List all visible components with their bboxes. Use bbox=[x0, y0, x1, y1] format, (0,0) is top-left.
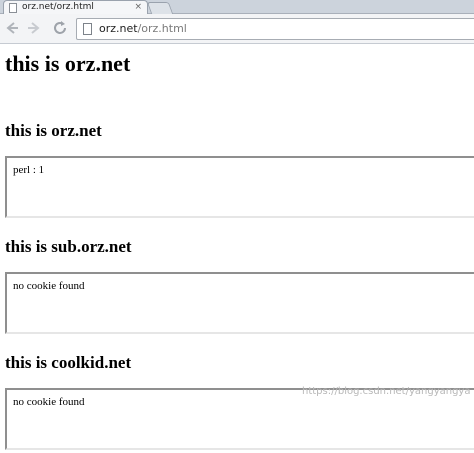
tab-strip: orz.net/orz.html × bbox=[0, 0, 474, 14]
section-heading: this is orz.net bbox=[5, 121, 102, 140]
address-bar[interactable]: orz.net/orz.html bbox=[76, 18, 474, 40]
new-tab-button[interactable] bbox=[146, 2, 174, 14]
page-icon bbox=[9, 3, 17, 13]
close-icon[interactable]: × bbox=[134, 1, 142, 13]
watermark: https://blog.csdn.net/yangyangya bbox=[302, 386, 471, 397]
url-path: /orz.html bbox=[137, 22, 187, 35]
page-title: this is orz.net bbox=[5, 51, 131, 76]
back-arrow-icon[interactable] bbox=[3, 19, 21, 37]
tab-orz-html[interactable]: orz.net/orz.html × bbox=[3, 0, 148, 14]
iframe-sub-orz[interactable]: no cookie found bbox=[5, 272, 474, 334]
tab-title: orz.net/orz.html bbox=[22, 2, 94, 12]
frame-text: perl : 1 bbox=[13, 164, 45, 176]
page-icon bbox=[83, 23, 92, 35]
iframe-orz[interactable]: perl : 1 bbox=[5, 156, 474, 218]
frame-text: no cookie found bbox=[13, 280, 85, 292]
section-heading: this is sub.orz.net bbox=[5, 237, 132, 256]
reload-icon[interactable] bbox=[51, 19, 69, 37]
frame-text: no cookie found bbox=[13, 396, 85, 408]
url-host: orz.net bbox=[99, 22, 138, 35]
browser-toolbar: orz.net/orz.html bbox=[0, 14, 474, 44]
forward-arrow-icon[interactable] bbox=[25, 19, 43, 37]
section-heading: this is coolkid.net bbox=[5, 353, 132, 372]
